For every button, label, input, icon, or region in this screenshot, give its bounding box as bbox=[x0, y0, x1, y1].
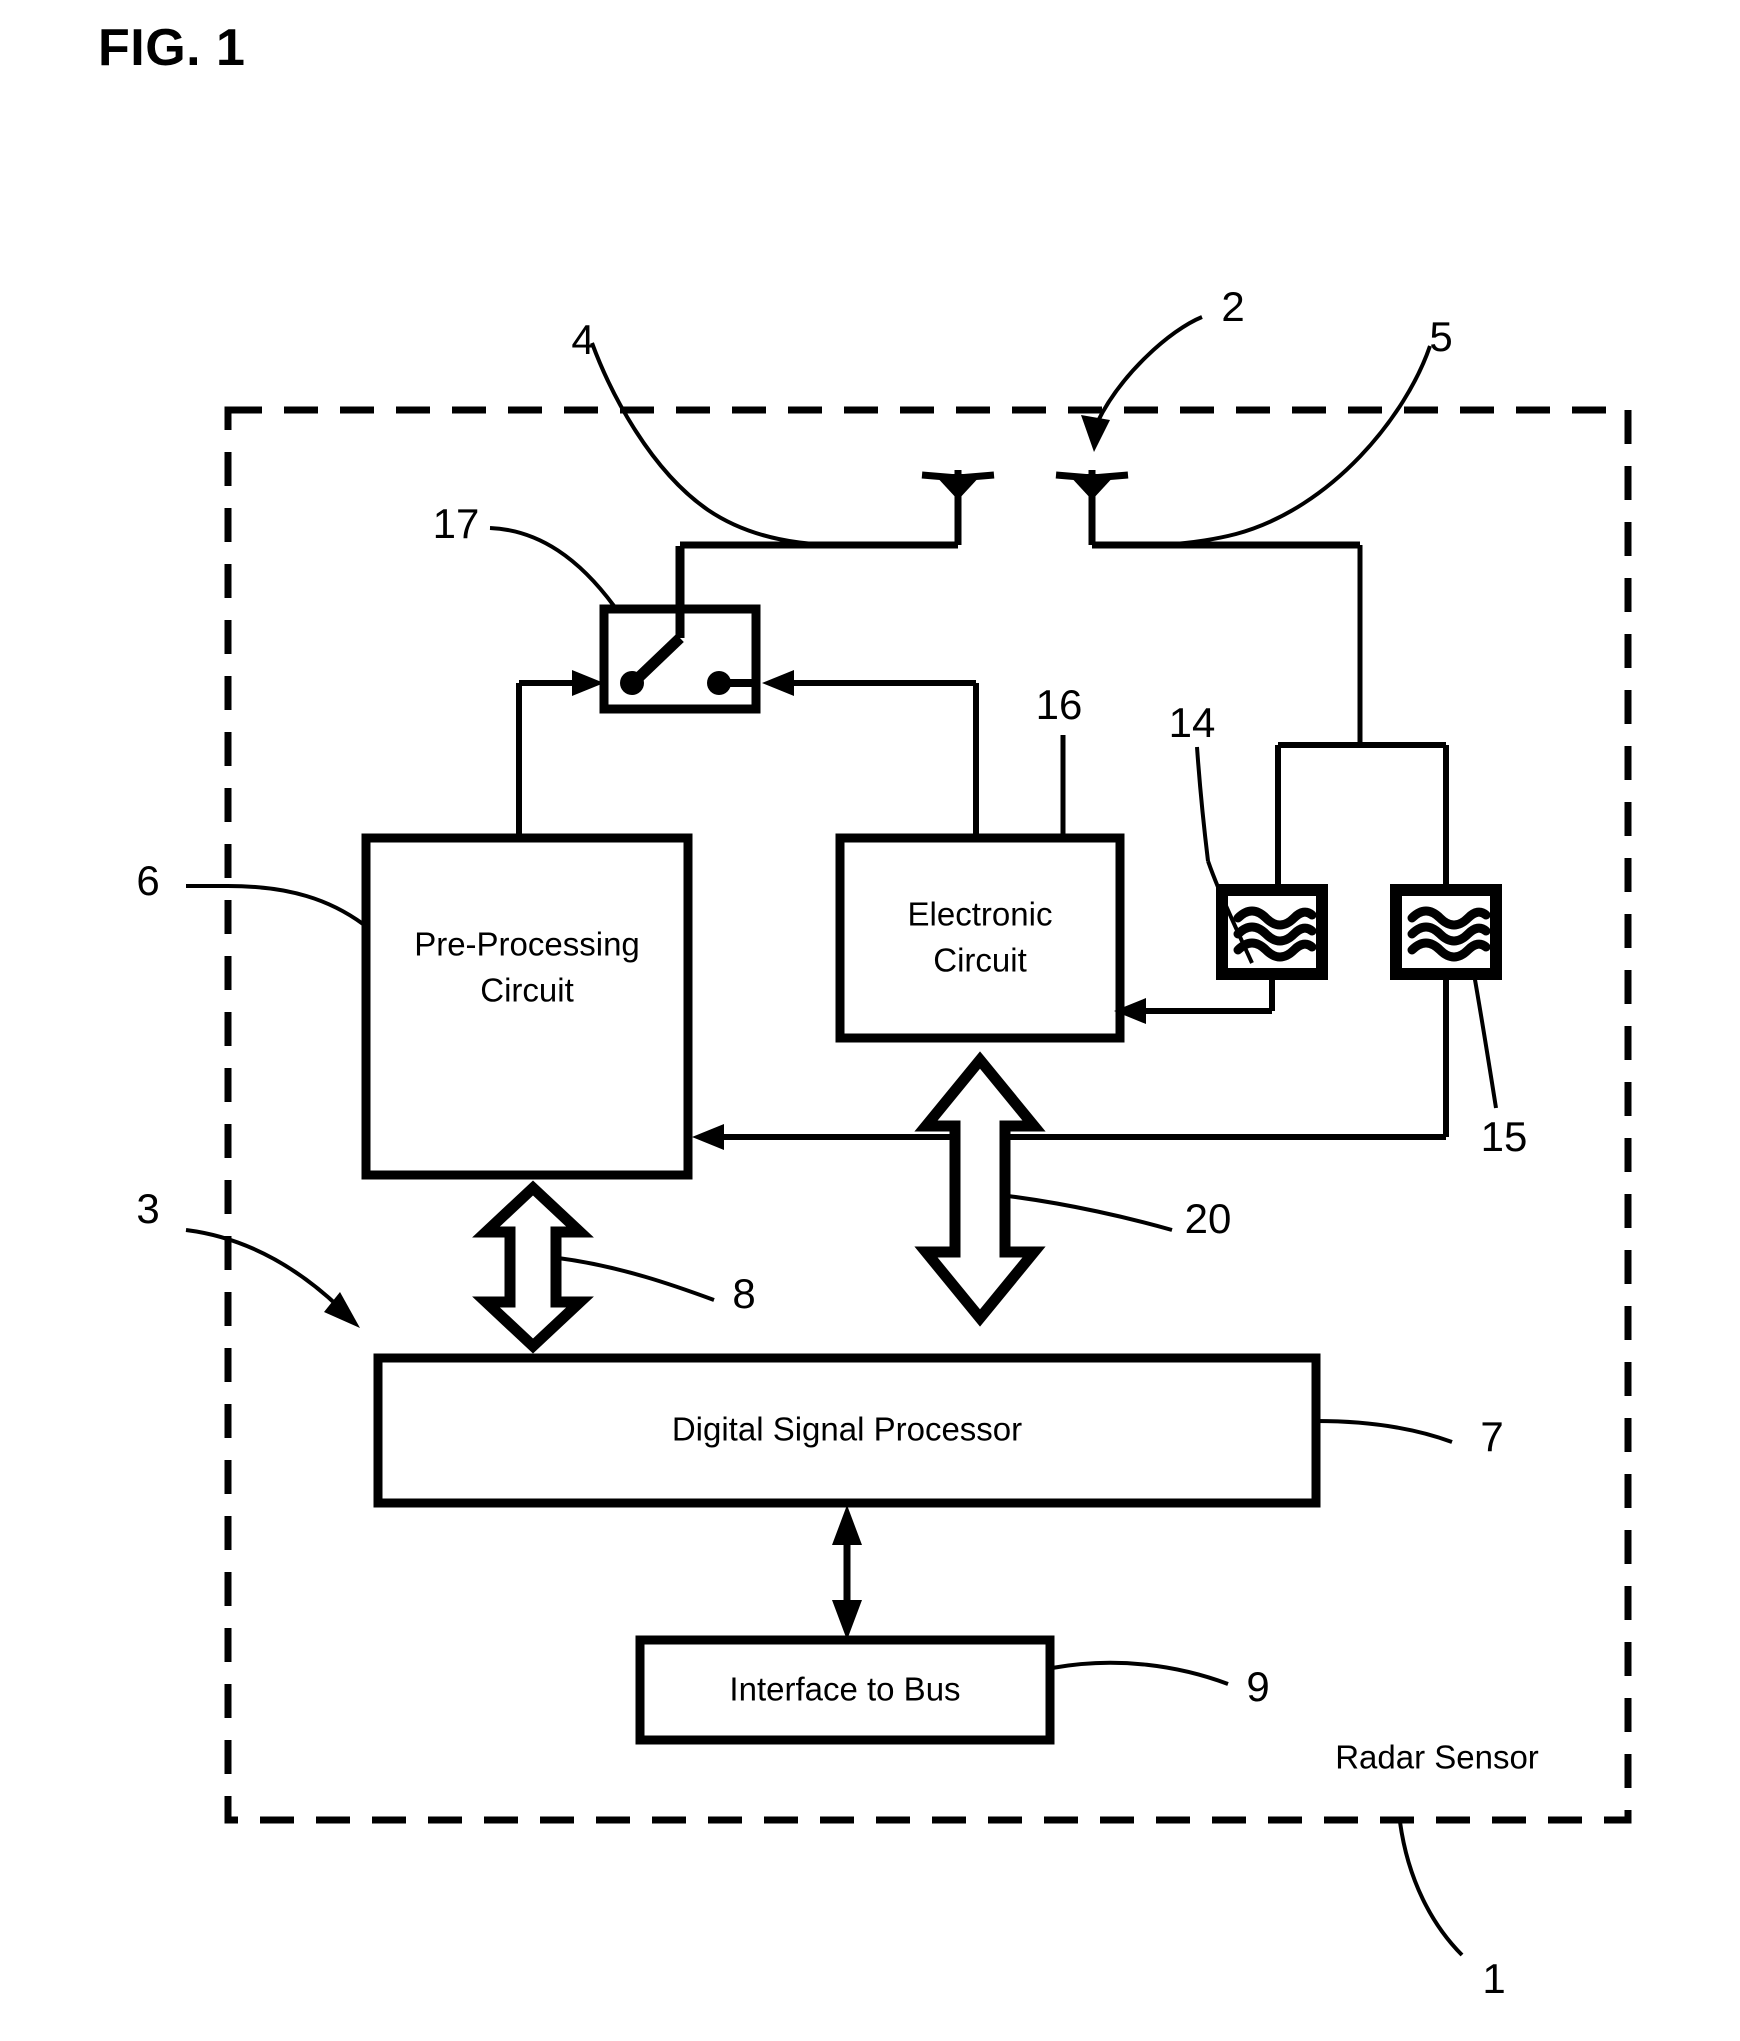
radar-sensor-label: Radar Sensor bbox=[1335, 1739, 1539, 1776]
pre-processing-circuit-label-line1: Pre-Processing bbox=[414, 926, 640, 963]
spdt-switch-symbol bbox=[599, 546, 761, 714]
leader-line-8 bbox=[557, 1256, 715, 1302]
ref-num-20: 20 bbox=[1185, 1195, 1232, 1242]
leader-line-3 bbox=[185, 1228, 342, 1310]
leader-line-14-upper bbox=[1195, 746, 1210, 862]
pre-processing-circuit-label-line2: Circuit bbox=[480, 972, 574, 1009]
electronic-circuit-label-line2: Circuit bbox=[933, 942, 1027, 979]
ref-num-2: 2 bbox=[1221, 283, 1244, 330]
ref-num-8: 8 bbox=[732, 1270, 755, 1317]
patent-figure-1: FIG. 1 Radar Sensor 1 4 2 5 17 Pre-Proce… bbox=[0, 0, 1740, 2041]
switch-right-arrowhead bbox=[762, 670, 794, 696]
leader-line-17 bbox=[489, 526, 616, 608]
dsp-interface-arrow bbox=[832, 1505, 862, 1640]
electronic-circuit-box bbox=[835, 833, 1125, 1043]
ref-num-5: 5 bbox=[1429, 313, 1452, 360]
leader-line-9 bbox=[1051, 1660, 1229, 1686]
ref-num-15: 15 bbox=[1481, 1113, 1528, 1160]
leader-line-15 bbox=[1472, 973, 1498, 1109]
ref-num-16: 16 bbox=[1036, 681, 1083, 728]
ref-num-6: 6 bbox=[136, 857, 159, 904]
leader-line-6 bbox=[227, 884, 365, 926]
ref-num-14: 14 bbox=[1169, 699, 1216, 746]
ref-num-4: 4 bbox=[571, 316, 594, 363]
ref-num-7: 7 bbox=[1480, 1413, 1503, 1460]
interface-to-bus-label: Interface to Bus bbox=[729, 1671, 960, 1708]
leader-line-1 bbox=[1398, 1821, 1464, 1957]
leader-line-7 bbox=[1315, 1419, 1453, 1444]
ref-num-3: 3 bbox=[136, 1185, 159, 1232]
ref-num-17: 17 bbox=[433, 500, 480, 547]
digital-signal-processor-label: Digital Signal Processor bbox=[672, 1411, 1022, 1448]
leader-arrowhead-2 bbox=[1081, 415, 1110, 452]
ref-num-9: 9 bbox=[1246, 1663, 1269, 1710]
leader-line-20 bbox=[1007, 1194, 1173, 1232]
ref-num-1: 1 bbox=[1482, 1955, 1505, 2002]
electronic-circuit-label-line1: Electronic bbox=[908, 896, 1053, 933]
leader-line-4 bbox=[590, 342, 841, 547]
switch-left-arrowhead bbox=[572, 670, 604, 696]
figure-diagram: Radar Sensor 1 4 2 5 17 Pre-Processing C… bbox=[136, 283, 1632, 2002]
bus-arrow-8 bbox=[472, 1180, 594, 1354]
bus-arrow-20 bbox=[914, 1051, 1046, 1327]
leader-line-5 bbox=[1109, 345, 1432, 548]
antenna-tx-icon bbox=[680, 470, 995, 549]
